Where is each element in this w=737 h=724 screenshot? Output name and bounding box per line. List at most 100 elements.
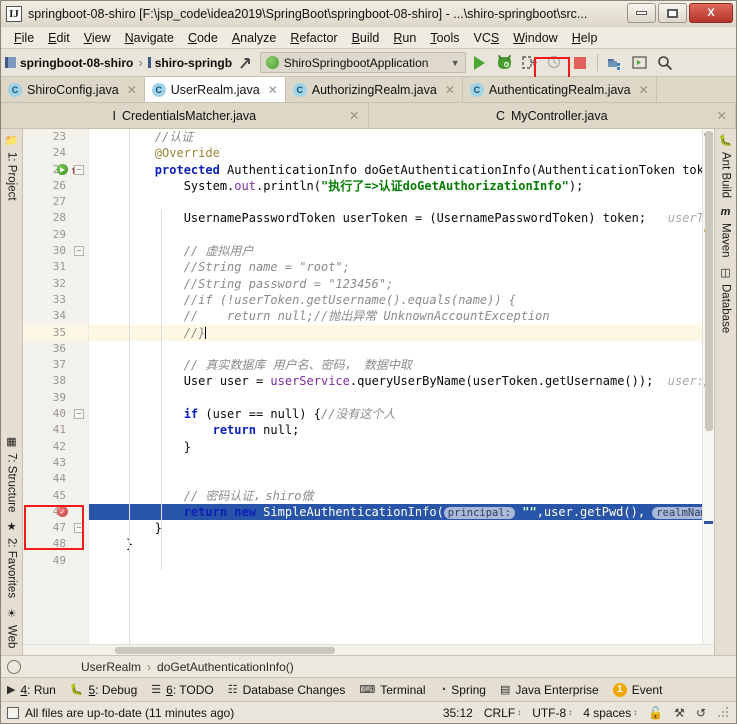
editor-tab-mycontroller[interactable]: C MyController.java ✕ [368, 103, 736, 128]
code-line-29[interactable] [97, 227, 702, 243]
editor-gutter[interactable]: 232425▶↑−2627282930−31323334353637383940… [23, 129, 89, 644]
editor-tab-authenticatingrealm[interactable]: C AuthenticatingRealm.java ✕ [462, 77, 657, 102]
code-line-26[interactable]: System.out.println("执行了=>认证doGetAuthoriz… [97, 178, 702, 194]
gutter-line-48[interactable]: 48 [23, 536, 88, 552]
menu-item-file[interactable]: File [7, 29, 41, 47]
debug-button[interactable] [494, 52, 516, 74]
breadcrumb-class[interactable]: UserRealm [81, 660, 141, 674]
navbar-project[interactable]: springboot-08-shiro [5, 56, 133, 70]
code-editor[interactable]: 232425▶↑−2627282930−31323334353637383940… [23, 129, 714, 644]
code-line-38[interactable]: User user = userService.queryUserByName(… [97, 373, 702, 389]
gutter-line-46[interactable]: 46✓ [23, 504, 88, 520]
gutter-line-42[interactable]: 42 [23, 439, 88, 455]
menu-item-edit[interactable]: Edit [41, 29, 77, 47]
gutter-line-47[interactable]: 47− [23, 520, 88, 536]
gutter-line-23[interactable]: 23 [23, 129, 88, 145]
gutter-line-31[interactable]: 31 [23, 259, 88, 275]
code-text[interactable]: //认证 @Override protected AuthenticationI… [89, 129, 702, 644]
run-method-icon[interactable]: ▶ [57, 163, 68, 175]
code-line-25[interactable]: protected AuthenticationInfo doGetAuthen… [97, 162, 702, 178]
gutter-line-45[interactable]: 45 [23, 488, 88, 504]
menu-item-help[interactable]: Help [565, 29, 605, 47]
code-line-27[interactable] [97, 194, 702, 210]
menu-item-view[interactable]: View [77, 29, 118, 47]
fold-toggle-icon[interactable]: − [74, 523, 84, 534]
menu-item-build[interactable]: Build [345, 29, 387, 47]
tool-window-spring[interactable]: ◔ Spring [440, 683, 486, 697]
code-line-46[interactable]: return new SimpleAuthenticationInfo(prin… [89, 503, 702, 521]
code-line-49[interactable] [97, 553, 702, 569]
navbar-module[interactable]: shiro-springboot [147, 56, 232, 70]
run-configuration-selector[interactable]: ShiroSpringbootApplication ▼ [259, 52, 466, 73]
editor-tab-authorizingrealm[interactable]: C AuthorizingRealm.java ✕ [285, 77, 463, 102]
tool-window-todo[interactable]: ☰ 6: TODO [151, 683, 213, 697]
code-line-23[interactable]: //认证 [97, 129, 702, 145]
gutter-line-26[interactable]: 26 [23, 178, 88, 194]
code-line-48[interactable]: } [97, 536, 702, 552]
code-line-41[interactable]: return null; [97, 422, 702, 438]
indent-selector[interactable]: 4 spaces ↕ [583, 706, 637, 720]
code-line-30[interactable]: // 虚拟用户 [97, 243, 702, 259]
fold-toggle-icon[interactable]: − [74, 164, 84, 175]
gutter-line-24[interactable]: 24 [23, 145, 88, 161]
code-line-45[interactable]: // 密码认证，shiro做 [97, 488, 702, 504]
error-stripe-markers[interactable] [702, 129, 714, 644]
code-line-47[interactable]: } [97, 520, 702, 536]
line-separator-selector[interactable]: CRLF ↕ [484, 706, 521, 720]
gutter-line-29[interactable]: 29 [23, 227, 88, 243]
gutter-line-25[interactable]: 25▶↑− [23, 162, 88, 178]
gutter-line-44[interactable]: 44 [23, 471, 88, 487]
menu-item-vcs[interactable]: VCS [467, 29, 507, 47]
close-icon[interactable]: ✕ [639, 83, 649, 97]
sidebar-item-ant-build[interactable]: 🐛 Ant Build [719, 129, 733, 201]
close-icon[interactable]: ✕ [349, 108, 359, 123]
gutter-line-39[interactable]: 39 [23, 390, 88, 406]
sidebar-item-web[interactable]: ☀ Web [6, 602, 18, 651]
gutter-line-28[interactable]: 28 [23, 210, 88, 226]
menu-item-tools[interactable]: Tools [423, 29, 466, 47]
resize-grip[interactable] [717, 706, 730, 719]
sidebar-item-structure[interactable]: ▦ 7: Structure [6, 430, 18, 515]
code-line-33[interactable]: //if (!userToken.getUsername().equals(na… [97, 292, 702, 308]
fold-toggle-icon[interactable]: − [74, 246, 84, 257]
tool-window-event[interactable]: 1 Event [612, 682, 662, 697]
gutter-line-38[interactable]: 38 [23, 373, 88, 389]
code-line-32[interactable]: //String password = "123456"; [97, 276, 702, 292]
menu-item-analyze[interactable]: Analyze [225, 29, 283, 47]
encoding-selector[interactable]: UTF-8 ↕ [532, 706, 572, 720]
tool-window-run[interactable]: ▶ 4: Run [7, 683, 56, 697]
code-line-36[interactable] [97, 341, 702, 357]
code-line-40[interactable]: if (user == null) {//没有这个人 [97, 406, 702, 422]
run-with-coverage-button[interactable] [519, 52, 541, 74]
code-line-43[interactable] [97, 455, 702, 471]
close-icon[interactable]: ✕ [268, 83, 278, 97]
close-icon[interactable]: ✕ [127, 83, 137, 97]
gutter-line-43[interactable]: 43 [23, 455, 88, 471]
gutter-line-27[interactable]: 27 [23, 194, 88, 210]
gutter-line-49[interactable]: 49 [23, 553, 88, 569]
sidebar-item-project[interactable]: 📁 1: Project [5, 129, 19, 204]
code-line-44[interactable] [97, 471, 702, 487]
search-everywhere-button[interactable] [654, 52, 676, 74]
menu-item-window[interactable]: Window [506, 29, 564, 47]
close-button[interactable]: X [689, 3, 733, 23]
gutter-line-34[interactable]: 34 [23, 308, 88, 324]
code-line-28[interactable]: UsernamePasswordToken userToken = (Usern… [97, 210, 702, 226]
caret-position[interactable]: 35:12 [443, 706, 473, 720]
fold-toggle-icon[interactable]: − [74, 409, 84, 420]
open-in-browser-button[interactable] [629, 52, 651, 74]
close-icon[interactable]: ✕ [717, 108, 727, 123]
code-line-24[interactable]: @Override [97, 145, 702, 161]
stop-button[interactable] [569, 52, 591, 74]
gutter-line-35[interactable]: 35 [23, 324, 88, 341]
gutter-line-40[interactable]: 40− [23, 406, 88, 422]
editor-tab-credentialsmatcher[interactable]: I CredentialsMatcher.java ✕ [1, 103, 369, 128]
close-icon[interactable]: ✕ [445, 83, 455, 97]
code-line-37[interactable]: // 真实数据库 用户名、密码， 数据中取 [97, 357, 702, 373]
hscroll-thumb[interactable] [115, 647, 335, 654]
minimize-button[interactable] [627, 3, 656, 23]
code-line-34[interactable]: // return null;//抛出异常 UnknownAccountExce… [97, 308, 702, 324]
maximize-button[interactable] [658, 3, 687, 23]
menu-item-refactor[interactable]: Refactor [283, 29, 344, 47]
gutter-line-30[interactable]: 30− [23, 243, 88, 259]
